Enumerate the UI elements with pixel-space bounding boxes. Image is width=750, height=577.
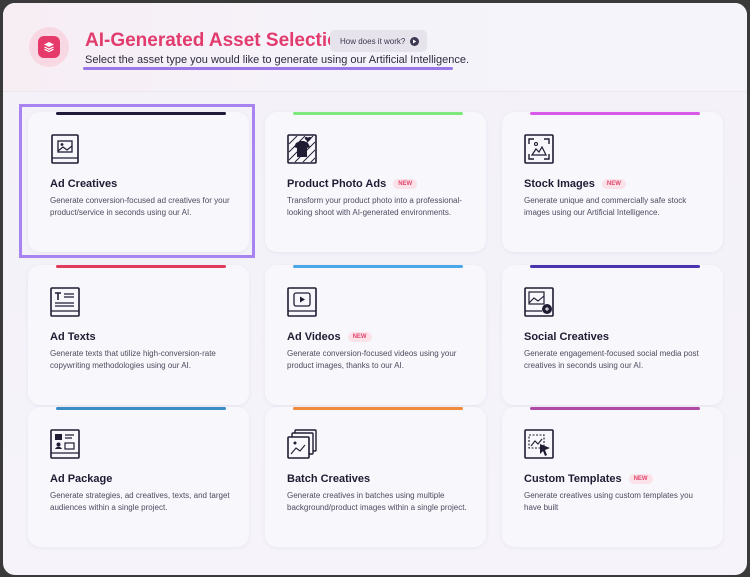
card-title: Custom Templates NEW xyxy=(524,473,653,485)
package-grid-icon xyxy=(50,429,80,459)
card-description: Generate strategies, ad creatives, texts… xyxy=(50,491,230,512)
card-description: Generate creatives in batches using mult… xyxy=(287,491,467,512)
new-badge: NEW xyxy=(628,474,653,484)
video-play-icon xyxy=(287,287,317,317)
card-description: Generate conversion-focused videos using… xyxy=(287,349,457,370)
asset-card[interactable]: Custom Templates NEW Generate creatives us… xyxy=(502,407,723,547)
card-description: Transform your product photo into a prof… xyxy=(287,196,462,217)
page-header: AI-Generated Asset Selection How does it… xyxy=(3,3,747,92)
card-title-text: Ad Package xyxy=(50,473,113,485)
page-title: AI-Generated Asset Selection xyxy=(85,30,351,51)
card-title-text: Ad Creatives xyxy=(50,178,118,190)
text-document-icon xyxy=(50,287,80,317)
page-subtitle: Select the asset type you would like to … xyxy=(85,54,470,66)
layers-icon xyxy=(38,36,60,58)
asset-selection-panel: AI-Generated Asset Selection How does it… xyxy=(3,3,747,575)
card-accent-bar xyxy=(293,112,463,115)
card-title-text: Social Creatives xyxy=(524,331,609,343)
card-accent-bar xyxy=(293,407,463,410)
card-description: Generate texts that utilize high-convers… xyxy=(50,349,216,370)
card-title-text: Stock Images xyxy=(524,178,595,190)
asset-card[interactable]: Product Photo Ads NEW Transform your produ… xyxy=(265,112,486,252)
asset-card[interactable]: Stock Images NEW Generate unique and comme… xyxy=(502,112,723,252)
card-title-text: Ad Videos xyxy=(287,331,341,343)
card-accent-bar xyxy=(56,112,226,115)
play-circle-icon xyxy=(410,36,420,46)
stacked-images-icon xyxy=(287,429,317,459)
card-title-text: Batch Creatives xyxy=(287,473,371,485)
asset-card[interactable]: Social Creatives Generate engagement-focu… xyxy=(502,265,723,405)
card-accent-bar xyxy=(530,407,700,410)
brand-logo xyxy=(29,27,69,67)
new-badge: NEW xyxy=(601,179,626,189)
card-title: Batch Creatives xyxy=(287,473,370,485)
card-title: Ad Package xyxy=(50,473,112,485)
card-title-text: Ad Texts xyxy=(50,331,96,343)
asset-card[interactable]: Ad Creatives Generate conversion-focused … xyxy=(28,112,249,252)
card-accent-bar xyxy=(530,265,700,268)
card-title-text: Custom Templates xyxy=(524,473,622,485)
card-accent-bar xyxy=(56,265,226,268)
new-badge: NEW xyxy=(347,332,372,342)
asset-card[interactable]: Ad Package Generate strategies, ad creati… xyxy=(28,407,249,547)
template-cursor-icon xyxy=(524,429,554,459)
card-description: Generate creatives using custom template… xyxy=(524,491,693,512)
asset-card[interactable]: Ad Videos NEW Generate conversion-focused … xyxy=(265,265,486,405)
card-title: Ad Creatives xyxy=(50,178,117,190)
social-image-icon xyxy=(524,287,554,317)
asset-card[interactable]: Ad Texts Generate texts that utilize high… xyxy=(28,265,249,405)
card-description: Generate engagement-focused social media… xyxy=(524,349,699,370)
subtitle-underline xyxy=(83,67,453,70)
how-does-it-work-button[interactable]: How does it work? xyxy=(330,30,428,52)
card-title: Social Creatives xyxy=(524,331,609,343)
image-frame-icon xyxy=(50,134,80,164)
card-title-text: Product Photo Ads xyxy=(287,178,387,190)
stock-image-icon xyxy=(524,134,554,164)
card-title: Ad Videos NEW xyxy=(287,331,372,343)
product-shirt-icon xyxy=(287,134,317,164)
card-title: Stock Images NEW xyxy=(524,178,626,190)
new-badge: NEW xyxy=(393,179,418,189)
card-accent-bar xyxy=(530,112,700,115)
card-description: Generate unique and commercially safe st… xyxy=(524,196,687,217)
how-button-label: How does it work? xyxy=(340,36,406,46)
card-title: Ad Texts xyxy=(50,331,96,343)
card-accent-bar xyxy=(56,407,226,410)
card-accent-bar xyxy=(293,265,463,268)
card-description: Generate conversion-focused ad creatives… xyxy=(50,196,230,217)
card-title: Product Photo Ads NEW xyxy=(287,178,418,190)
asset-card[interactable]: Batch Creatives Generate creatives in bat… xyxy=(265,407,486,547)
